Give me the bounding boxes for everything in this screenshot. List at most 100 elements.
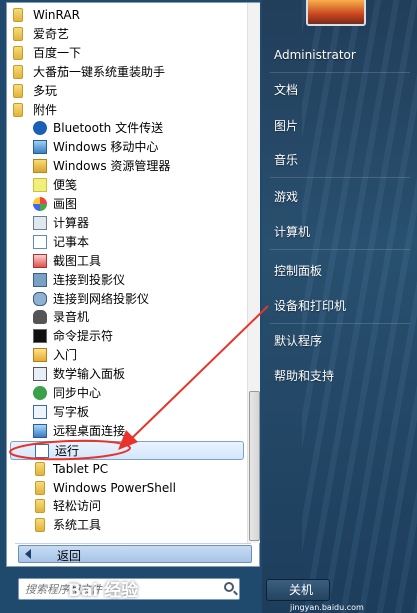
right-pane: Administrator 文档图片音乐游戏计算机控制面板设备和打印机 默认程序帮助… xyxy=(262,0,417,613)
calculator-icon xyxy=(33,215,47,230)
right-menu-item[interactable]: 图片 xyxy=(274,115,404,137)
program-item[interactable]: Tablet PC xyxy=(9,460,245,479)
bluetooth-icon xyxy=(33,121,47,136)
program-item-label: 写字板 xyxy=(53,404,90,419)
folder-icon xyxy=(35,461,45,476)
program-item[interactable]: 记事本 xyxy=(9,233,245,252)
all-programs-list[interactable]: WinRAR 爱奇艺百度一下大番茄一键系统重装助手 多玩 附件 Bluetooth 文件… xyxy=(7,3,247,543)
program-item-label: 便笺 xyxy=(53,178,78,193)
program-item[interactable]: 附件 xyxy=(9,101,245,120)
shutdown-label: 关机 xyxy=(289,583,314,597)
program-item-label: WinRAR xyxy=(33,8,80,22)
mobility-center-icon xyxy=(33,140,47,155)
folder-icon xyxy=(13,83,23,98)
program-item[interactable]: 截图工具 xyxy=(9,252,245,271)
watermark-url: jingyan.baidu.com xyxy=(290,603,364,612)
program-item[interactable]: Windows PowerShell xyxy=(9,479,245,498)
folder-icon xyxy=(35,518,45,533)
program-item-label: Windows 资源管理器 xyxy=(53,159,171,174)
snipping-tool-icon xyxy=(33,253,47,268)
program-item[interactable]: 远程桌面连接 xyxy=(9,422,245,441)
programs-scrollbar[interactable] xyxy=(247,3,260,543)
program-item-label: Tablet PC xyxy=(53,461,109,476)
program-item-label: 数学输入面板 xyxy=(53,367,126,382)
back-arrow-icon xyxy=(25,549,31,559)
program-item[interactable]: 连接到网络投影仪 xyxy=(9,290,245,309)
program-item[interactable]: 画图 xyxy=(9,195,245,214)
folder-icon xyxy=(13,102,23,117)
program-item-label: Windows 移动中心 xyxy=(53,140,159,155)
program-item-label: 爱奇艺 xyxy=(33,26,70,41)
right-menu-divider xyxy=(270,72,410,73)
math-input-icon xyxy=(33,367,47,382)
baidu-watermark: Bai 经验 xyxy=(20,576,138,606)
program-item[interactable]: WinRAR xyxy=(9,6,245,25)
paint-icon xyxy=(33,197,47,211)
watermark-text: Bai 经验 xyxy=(68,581,139,601)
program-item[interactable]: 计算器 xyxy=(9,214,245,233)
folder-icon xyxy=(13,64,23,79)
program-item[interactable]: Bluetooth 文件传送 xyxy=(9,119,245,138)
programs-pane: WinRAR 爱奇艺百度一下大番茄一键系统重装助手 多玩 附件 Bluetooth 文件… xyxy=(6,2,260,567)
program-item[interactable]: Windows 移动中心 xyxy=(9,138,245,157)
right-menu-item[interactable]: Administrator xyxy=(274,44,404,66)
right-menu-item[interactable]: 控制面板 xyxy=(274,260,404,282)
scrollbar-thumb[interactable] xyxy=(249,391,260,541)
program-item[interactable]: 轻松访问 xyxy=(9,497,245,516)
microphone-icon xyxy=(33,310,47,325)
program-item-label: 记事本 xyxy=(53,234,90,249)
back-button[interactable]: 返回 xyxy=(18,545,252,563)
user-avatar[interactable] xyxy=(306,0,366,26)
program-item[interactable]: 数学输入面板 xyxy=(9,365,245,384)
divider xyxy=(15,543,251,544)
projector-icon xyxy=(33,272,47,287)
folder-icon xyxy=(13,45,23,60)
program-item-label: 入门 xyxy=(53,348,78,363)
program-item-label: 录音机 xyxy=(53,310,90,325)
program-item-label: 连接到网络投影仪 xyxy=(53,291,150,306)
program-item-label: 同步中心 xyxy=(53,386,102,400)
wordpad-icon xyxy=(33,404,47,419)
program-item-label: 轻松访问 xyxy=(53,499,102,514)
program-item[interactable]: 大番茄一键系统重装助手 xyxy=(9,63,245,82)
right-menu-item[interactable]: 计算机 xyxy=(274,221,404,243)
program-item-label: 运行 xyxy=(55,443,80,458)
right-menu-item[interactable]: 游戏 xyxy=(274,186,404,208)
program-item-label: 百度一下 xyxy=(33,45,82,60)
folder-icon xyxy=(35,499,45,514)
program-item[interactable]: 多玩 xyxy=(9,82,245,101)
shutdown-button[interactable]: 关机 xyxy=(266,579,330,601)
program-item[interactable]: 写字板 xyxy=(9,403,245,422)
program-item[interactable]: 命令提示符 xyxy=(9,327,245,346)
program-item-label: Windows PowerShell xyxy=(53,480,176,495)
program-item-label: 附件 xyxy=(33,102,58,117)
program-item-label: Bluetooth 文件传送 xyxy=(53,121,164,136)
right-menu-divider xyxy=(270,323,410,324)
right-menu-item[interactable]: 默认程序 xyxy=(274,330,404,352)
program-item-label: 连接到投影仪 xyxy=(53,272,126,287)
run-icon xyxy=(35,443,49,458)
program-item-label: 截图工具 xyxy=(53,253,102,268)
program-item-label: 命令提示符 xyxy=(53,329,114,344)
program-item[interactable]: 连接到投影仪 xyxy=(9,271,245,290)
program-item[interactable]: 入门 xyxy=(9,346,245,365)
program-item[interactable]: 系统工具 xyxy=(9,516,245,535)
program-item[interactable]: 便笺 xyxy=(9,176,245,195)
program-item[interactable]: 爱奇艺 xyxy=(9,25,245,44)
program-item-label: 计算器 xyxy=(53,215,90,230)
notepad-icon xyxy=(33,234,47,249)
explorer-icon xyxy=(33,159,47,174)
right-menu-item[interactable]: 文档 xyxy=(274,79,404,101)
program-item[interactable]: 录音机 xyxy=(9,308,245,327)
program-item[interactable]: 运行 xyxy=(10,440,244,460)
folder-icon xyxy=(35,480,45,495)
right-menu-item[interactable]: 设备和打印机 xyxy=(274,295,404,317)
right-menu-item[interactable]: 音乐 xyxy=(274,149,404,171)
remote-desktop-icon xyxy=(33,423,47,438)
program-item[interactable]: Windows 资源管理器 xyxy=(9,157,245,176)
program-item[interactable]: 百度一下 xyxy=(9,44,245,63)
search-icon[interactable] xyxy=(224,582,234,592)
program-item[interactable]: 同步中心 xyxy=(9,384,245,403)
program-item-label: 画图 xyxy=(53,197,78,211)
right-menu-item[interactable]: 帮助和支持 xyxy=(274,365,404,387)
